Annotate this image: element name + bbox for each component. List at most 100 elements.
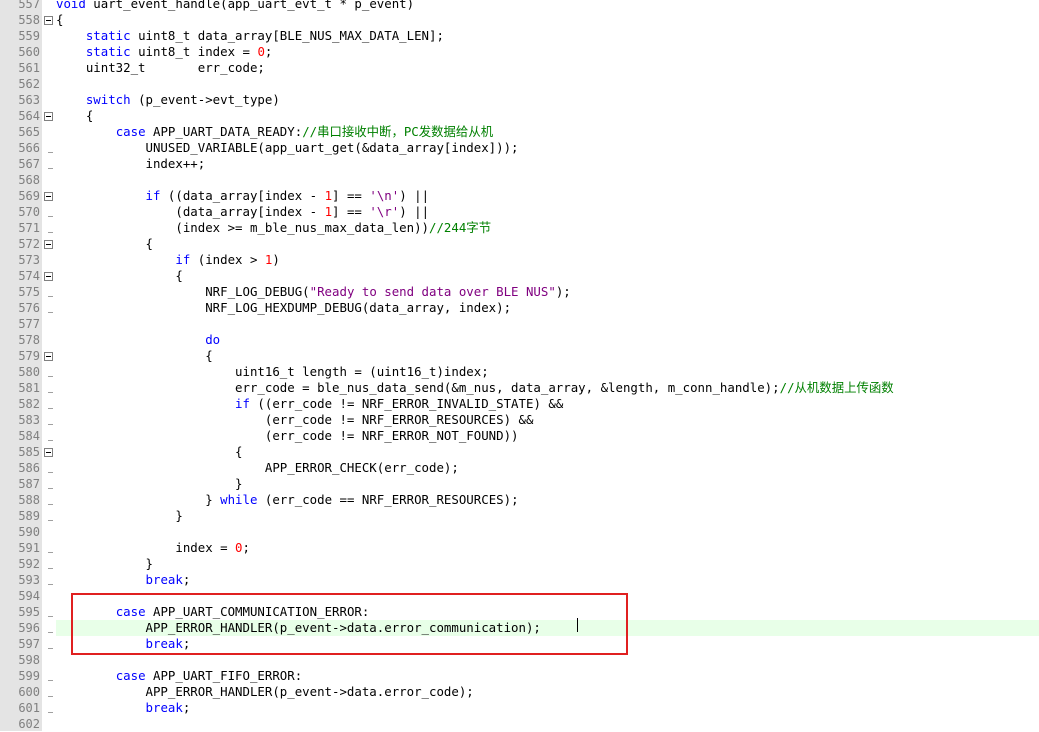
fold-end-tick (48, 488, 53, 489)
fold-toggle-icon[interactable] (44, 448, 53, 457)
code-line[interactable]: void uart_event_handle(app_uart_evt_t * … (56, 0, 1039, 12)
line-number: 588 (18, 493, 40, 507)
code-line[interactable] (56, 316, 1039, 332)
code-line[interactable]: (err_code != NRF_ERROR_RESOURCES) && (56, 412, 1039, 428)
code-line[interactable]: break; (56, 700, 1039, 716)
code-line[interactable]: { (56, 444, 1039, 460)
code-line[interactable]: switch (p_event->evt_type) (56, 92, 1039, 108)
code-line[interactable] (56, 172, 1039, 188)
code-line[interactable]: uint16_t length = (uint16_t)index; (56, 364, 1039, 380)
fold-end-tick (48, 376, 53, 377)
code-line[interactable]: static uint8_t data_array[BLE_NUS_MAX_DA… (56, 28, 1039, 44)
code-line[interactable]: APP_ERROR_CHECK(err_code); (56, 460, 1039, 476)
line-number: 596 (18, 621, 40, 635)
fold-end-tick (48, 168, 53, 169)
fold-end-tick (48, 424, 53, 425)
code-line[interactable]: case APP_UART_FIFO_ERROR: (56, 668, 1039, 684)
code-line[interactable]: NRF_LOG_HEXDUMP_DEBUG(data_array, index)… (56, 300, 1039, 316)
fold-toggle-icon[interactable] (44, 16, 53, 25)
code-line[interactable]: break; (56, 572, 1039, 588)
code-line[interactable]: { (56, 348, 1039, 364)
line-number: 568 (18, 173, 40, 187)
line-number: 600 (18, 685, 40, 699)
code-line[interactable]: } (56, 556, 1039, 572)
line-number-gutter: 557 558 559 560 561 562 563 564 565 566 567 568 569 5… (0, 0, 42, 731)
code-line[interactable]: case APP_UART_DATA_READY://串口接收中断，PC发数据给… (56, 124, 1039, 140)
line-number: 561 (18, 61, 40, 75)
code-line[interactable]: NRF_LOG_DEBUG("Ready to send data over B… (56, 284, 1039, 300)
code-line[interactable]: { (56, 108, 1039, 124)
line-number: 579 (18, 349, 40, 363)
fold-margin[interactable] (42, 0, 56, 731)
code-line[interactable]: } (56, 476, 1039, 492)
code-line[interactable]: (index >= m_ble_nus_max_data_len))//244字… (56, 220, 1039, 236)
line-number: 580 (18, 365, 40, 379)
fold-toggle-icon[interactable] (44, 112, 53, 121)
line-number: 578 (18, 333, 40, 347)
fold-end-tick (48, 392, 53, 393)
fold-end-tick (48, 504, 53, 505)
code-line[interactable]: (data_array[index - 1] == '\r') || (56, 204, 1039, 220)
code-line[interactable]: if ((data_array[index - 1] == '\n') || (56, 188, 1039, 204)
fold-end-tick (48, 632, 53, 633)
line-number: 566 (18, 141, 40, 155)
fold-end-tick (48, 296, 53, 297)
text-caret (577, 618, 578, 632)
code-line[interactable] (56, 76, 1039, 92)
code-line[interactable]: index = 0; (56, 540, 1039, 556)
fold-toggle-icon[interactable] (44, 240, 53, 249)
line-number: 572 (18, 237, 40, 251)
fold-end-tick (48, 152, 53, 153)
code-line[interactable]: { (56, 236, 1039, 252)
line-number: 592 (18, 557, 40, 571)
code-line[interactable]: { (56, 268, 1039, 284)
code-line[interactable]: UNUSED_VARIABLE(app_uart_get(&data_array… (56, 140, 1039, 156)
code-editor[interactable]: 557 558 559 560 561 562 563 564 565 566 567 568 569 5… (0, 0, 1039, 731)
fold-end-tick (48, 552, 53, 553)
fold-toggle-icon[interactable] (44, 352, 53, 361)
code-line[interactable]: if (index > 1) (56, 252, 1039, 268)
line-number: 559 (18, 29, 40, 43)
fold-end-tick (48, 584, 53, 585)
fold-toggle-icon[interactable] (44, 192, 53, 201)
code-line[interactable]: } while (err_code == NRF_ERROR_RESOURCES… (56, 492, 1039, 508)
code-line[interactable]: uint32_t err_code; (56, 60, 1039, 76)
line-number: 571 (18, 221, 40, 235)
line-number: 563 (18, 93, 40, 107)
code-line[interactable]: err_code = ble_nus_data_send(&m_nus, dat… (56, 380, 1039, 396)
line-number: 589 (18, 509, 40, 523)
line-number: 575 (18, 285, 40, 299)
code-line[interactable] (56, 524, 1039, 540)
line-number: 585 (18, 445, 40, 459)
line-number: 574 (18, 269, 40, 283)
code-line[interactable]: do (56, 332, 1039, 348)
fold-end-tick (48, 696, 53, 697)
code-line[interactable] (56, 716, 1039, 732)
line-number: 598 (18, 653, 40, 667)
fold-toggle-icon[interactable] (44, 272, 53, 281)
line-number: 562 (18, 77, 40, 91)
code-line[interactable]: } (56, 508, 1039, 524)
line-number: 570 (18, 205, 40, 219)
fold-end-tick (48, 616, 53, 617)
line-number: 597 (18, 637, 40, 651)
line-number: 573 (18, 253, 40, 267)
code-line[interactable]: if ((err_code != NRF_ERROR_INVALID_STATE… (56, 396, 1039, 412)
line-number: 583 (18, 413, 40, 427)
code-line[interactable]: static uint8_t index = 0; (56, 44, 1039, 60)
highlight-annotation-box (71, 593, 628, 655)
code-line[interactable]: { (56, 12, 1039, 28)
code-line[interactable]: (err_code != NRF_ERROR_NOT_FOUND)) (56, 428, 1039, 444)
code-line[interactable]: APP_ERROR_HANDLER(p_event->data.error_co… (56, 684, 1039, 700)
line-number: 591 (18, 541, 40, 555)
line-number: 576 (18, 301, 40, 315)
line-number: 602 (18, 717, 40, 731)
code-line[interactable]: index++; (56, 156, 1039, 172)
line-number: 582 (18, 397, 40, 411)
line-number: 581 (18, 381, 40, 395)
line-number: 560 (18, 45, 40, 59)
line-number: 599 (18, 669, 40, 683)
line-number: 584 (18, 429, 40, 443)
line-number: 601 (18, 701, 40, 715)
fold-end-tick (48, 216, 53, 217)
